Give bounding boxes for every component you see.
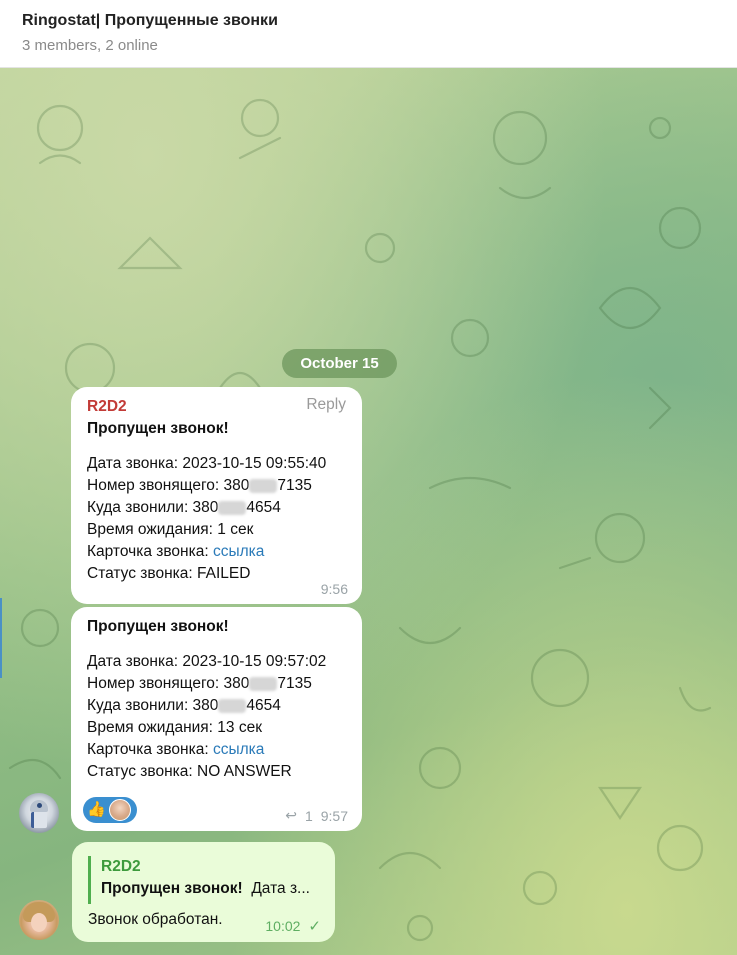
- message-heading: Пропущен звонок!: [87, 618, 229, 635]
- redacted-digits: [218, 698, 247, 713]
- message-time: 9:56: [320, 581, 348, 597]
- scroll-indicator: [0, 598, 2, 678]
- message-meta: ↩ 1 9:57: [285, 807, 348, 824]
- avatar[interactable]: [19, 793, 59, 833]
- call-card-link[interactable]: ссылка: [213, 543, 264, 560]
- reaction-badge[interactable]: 👍: [83, 797, 137, 823]
- wait-time: Время ожидания: 1 сек: [87, 521, 254, 538]
- call-card: Карточка звонка: ссылка: [87, 543, 265, 560]
- chat-title: Ringostat| Пропущенные звонки: [22, 12, 278, 29]
- message-heading: Пропущен звонок!: [87, 420, 229, 437]
- call-date: Дата звонка: 2023-10-15 09:55:40: [87, 455, 327, 472]
- avatar[interactable]: [19, 900, 59, 940]
- replies-icon[interactable]: ↩: [285, 807, 297, 824]
- call-card: Карточка звонка: ссылка: [87, 741, 265, 758]
- reply-count[interactable]: 1: [305, 808, 313, 824]
- redacted-digits: [218, 500, 247, 515]
- date-separator[interactable]: October 15: [282, 349, 397, 378]
- redacted-digits: [249, 478, 278, 493]
- quote-text: Пропущен звонок! Дата з...: [101, 880, 310, 897]
- quote-sender: R2D2: [101, 858, 141, 875]
- chat-members-status: 3 members, 2 online: [22, 37, 158, 54]
- reply-button[interactable]: Reply: [306, 396, 346, 414]
- message-bubble[interactable]: R2D2 Reply Пропущен звонок! Дата звонка:…: [71, 387, 362, 604]
- caller-number: Номер звонящего: 380 7135: [87, 675, 312, 692]
- message-bubble[interactable]: Пропущен звонок! Дата звонка: 2023-10-15…: [71, 607, 362, 831]
- caller-number: Номер звонящего: 380 7135: [87, 477, 312, 494]
- call-date: Дата звонка: 2023-10-15 09:57:02: [87, 653, 327, 670]
- call-status: Статус звонка: FAILED: [87, 565, 251, 582]
- wait-time: Время ожидания: 13 сек: [87, 719, 262, 736]
- message-meta: 10:02 ✓: [265, 917, 321, 935]
- redacted-digits: [249, 676, 278, 691]
- callee-number: Куда звонили: 380 4654: [87, 697, 281, 714]
- call-status: Статус звонка: NO ANSWER: [87, 763, 292, 780]
- callee-number: Куда звонили: 380 4654: [87, 499, 281, 516]
- reactor-avatar: [108, 799, 131, 821]
- chat-header[interactable]: Ringostat| Пропущенные звонки 3 members,…: [0, 0, 737, 68]
- message-time: 9:57: [320, 807, 348, 824]
- thumbs-up-icon: 👍: [87, 801, 106, 818]
- message-text: Звонок обработан.: [88, 911, 223, 928]
- quoted-message[interactable]: R2D2 Пропущен звонок! Дата з...: [88, 856, 319, 904]
- call-card-link[interactable]: ссылка: [213, 741, 264, 758]
- message-bubble-outgoing[interactable]: R2D2 Пропущен звонок! Дата з... Звонок о…: [72, 842, 335, 942]
- read-check-icon: ✓: [308, 918, 321, 935]
- message-time: 10:02: [265, 918, 301, 934]
